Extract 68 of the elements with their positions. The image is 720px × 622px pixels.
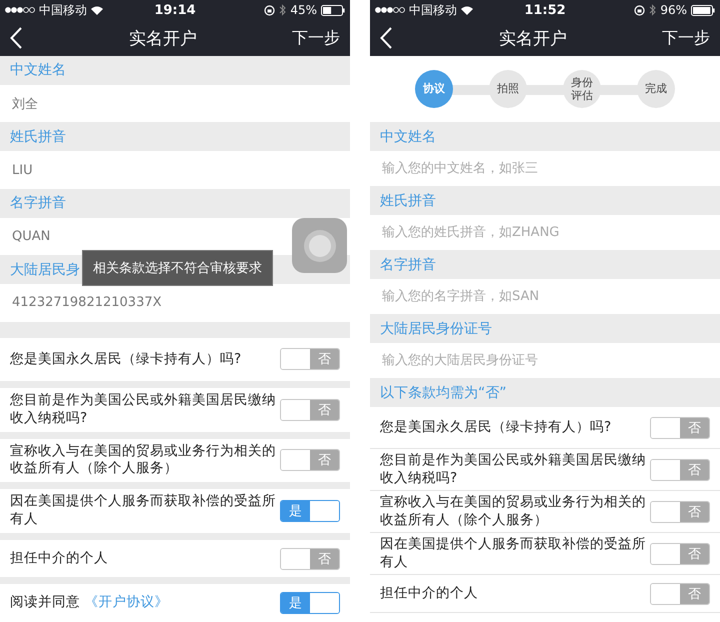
signal-icon: [5, 7, 35, 13]
battery-icon: [691, 4, 716, 16]
question-text: 因在美国提供个人服务而获取补偿的受益所有人: [10, 493, 277, 529]
toggle-switch[interactable]: 否: [280, 548, 340, 570]
battery-percent: 96%: [660, 3, 688, 17]
question-text: 担任中介的个人: [380, 584, 478, 602]
rotation-lock-icon: [264, 4, 276, 16]
next-step-button[interactable]: 下一步: [662, 28, 710, 48]
input-field[interactable]: 输入您的姓氏拼音，如ZHANG: [380, 224, 710, 241]
step-indicator: 拍照: [489, 70, 527, 108]
field-label: 名字拼音: [380, 256, 436, 274]
wifi-icon: [461, 6, 473, 14]
field-label: 姓氏拼音: [10, 128, 66, 146]
chevron-left-icon: [380, 27, 392, 49]
toggle-switch[interactable]: 否: [280, 398, 340, 421]
chevron-left-icon: [10, 27, 22, 49]
battery-icon: [321, 4, 346, 16]
input-field[interactable]: 输入您的名字拼音，如SAN: [380, 288, 710, 305]
toggle-switch[interactable]: 是: [280, 592, 340, 614]
input-field[interactable]: 输入您的中文姓名，如张三: [380, 160, 710, 177]
field-label: 名字拼音: [10, 194, 66, 212]
field-label: 中文姓名: [380, 128, 436, 146]
toggle-switch[interactable]: 否: [650, 542, 710, 564]
status-time: 11:52: [524, 2, 566, 18]
status-time: 19:14: [154, 2, 196, 18]
field-label: 中文姓名: [10, 61, 66, 80]
circle-icon: [302, 228, 336, 262]
question-text: 您是美国永久居民（绿卡持有人）吗?: [10, 350, 242, 368]
nav-title: 实名开户: [499, 28, 567, 50]
step-indicator: 协议: [415, 70, 453, 108]
notice-label: 以下条款均需为“否”: [380, 384, 507, 402]
input-field[interactable]: LIU: [10, 162, 270, 178]
question-text: 宣称收入与在美国的贸易或业务行为相关的收益所有人（除个人服务）: [380, 494, 647, 530]
bluetooth-icon: [279, 4, 286, 16]
toggle-switch[interactable]: 否: [650, 416, 710, 438]
agreement-text: 阅读并同意 《开户协议》: [10, 594, 168, 612]
field-label: 大陆居民身: [10, 260, 80, 279]
input-field[interactable]: 输入您的大陆居民身份证号: [380, 352, 710, 369]
nav-title: 实名开户: [129, 28, 197, 50]
bluetooth-icon: [649, 4, 656, 16]
toast-message: 相关条款选择不符合审核要求: [82, 250, 273, 286]
next-step-button[interactable]: 下一步: [292, 28, 340, 48]
input-field[interactable]: QUAN: [10, 228, 270, 245]
toggle-switch[interactable]: 否: [650, 458, 710, 480]
question-text: 宣称收入与在美国的贸易或业务行为相关的收益所有人（除个人服务）: [10, 442, 277, 478]
agreement-link[interactable]: 《开户协议》: [84, 594, 168, 610]
field-label: 姓氏拼音: [380, 192, 436, 210]
toggle-switch[interactable]: 是: [280, 500, 340, 522]
wifi-icon: [91, 6, 103, 14]
rotation-lock-icon: [634, 4, 646, 16]
battery-percent: 45%: [290, 3, 318, 17]
toggle-switch[interactable]: 否: [280, 348, 340, 370]
carrier-name: 中国移动: [39, 2, 87, 18]
question-text: 您目前是作为美国公民或外籍美国居民缴纳收入纳税吗?: [10, 392, 277, 428]
input-field[interactable]: 刘全: [10, 95, 270, 112]
step-indicator: 完成: [637, 70, 675, 108]
signal-icon: [375, 7, 405, 13]
question-text: 担任中介的个人: [10, 550, 108, 568]
field-label: 大陆居民身份证号: [380, 320, 492, 338]
carrier-name: 中国移动: [409, 2, 457, 18]
input-field[interactable]: 41232719821210337X: [10, 294, 270, 312]
toggle-switch[interactable]: 否: [280, 449, 340, 472]
question-text: 您是美国永久居民（绿卡持有人）吗?: [380, 418, 612, 436]
toggle-switch[interactable]: 否: [650, 500, 710, 522]
question-text: 您目前是作为美国公民或外籍美国居民缴纳收入纳税吗?: [380, 452, 647, 488]
question-text: 因在美国提供个人服务而获取补偿的受益所有人: [380, 536, 647, 572]
toggle-switch[interactable]: 否: [650, 582, 710, 604]
step-indicator: 身份评估: [563, 70, 601, 108]
